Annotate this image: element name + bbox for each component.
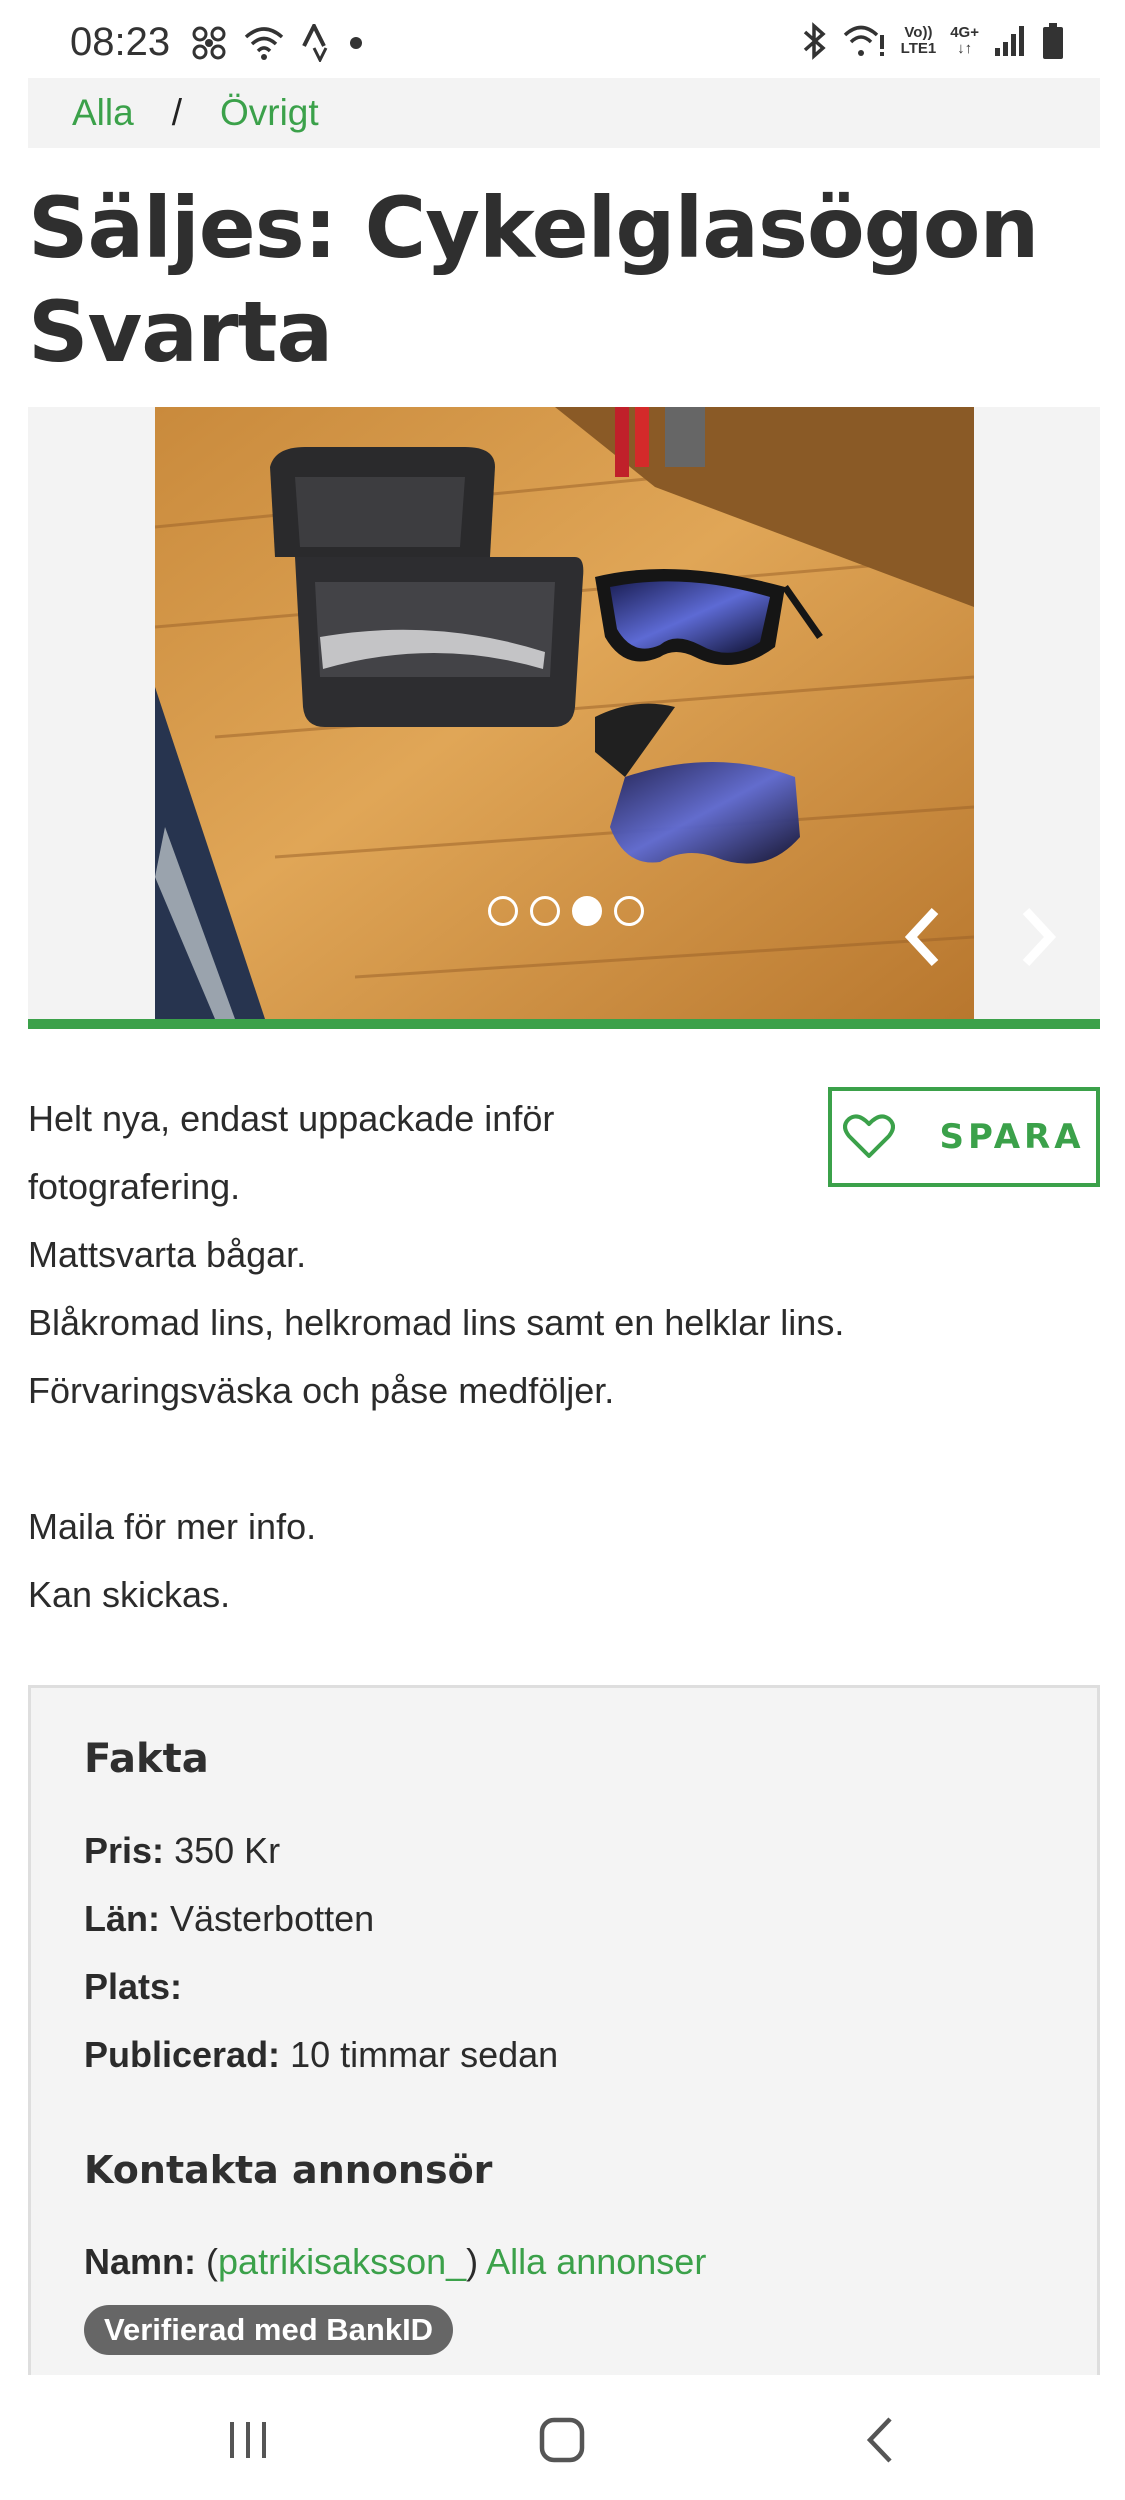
seller-username-link[interactable]: patrikisaksson_ (218, 2241, 466, 2282)
fan-icon (192, 26, 226, 60)
gallery-dot[interactable] (530, 896, 560, 926)
wifi-alert-icon (843, 25, 884, 56)
recent-apps-icon[interactable] (218, 2410, 278, 2470)
ad-description: Helt nya, endast uppackade inför fotogra… (28, 1085, 928, 1629)
price-label: Pris: (84, 1830, 165, 1871)
heart-icon (843, 1114, 896, 1158)
gallery-accent-bar (28, 1019, 1100, 1029)
strava-icon (302, 24, 328, 62)
published-value: 10 timmar sedan (290, 2034, 559, 2075)
description-line: Förvaringsväska och påse medföljer. (28, 1370, 615, 1411)
place-label: Plats: (84, 1966, 183, 2007)
place-row: Plats: (84, 1966, 182, 2008)
page-title: Säljes: Cykelglasögon Svarta (28, 179, 1039, 381)
county-row: Län: Västerbotten (84, 1898, 374, 1940)
dot-icon (350, 37, 362, 49)
price-row: Pris: 350 Kr (84, 1830, 280, 1872)
all-ads-link[interactable]: Alla annonser (486, 2241, 706, 2282)
back-icon[interactable] (850, 2410, 910, 2470)
county-label: Län: (84, 1898, 160, 1939)
facts-panel: Fakta Pris: 350 Kr Län: Västerbotten Pla… (28, 1685, 1100, 2375)
chevron-right-icon[interactable] (1018, 907, 1058, 967)
paren-close: ) (466, 2241, 479, 2282)
gallery-pagination (488, 896, 644, 926)
contact-name-row: Namn: (patrikisaksson_) Alla annonser (84, 2241, 706, 2283)
status-time: 08:23 (70, 20, 171, 64)
save-button[interactable]: SPARA (828, 1087, 1100, 1187)
county-value: Västerbotten (170, 1898, 375, 1939)
breadcrumb-item-alla[interactable]: Alla (72, 92, 134, 134)
paren-open: ( (206, 2241, 219, 2282)
description-line (28, 1425, 928, 1493)
contact-heading: Kontakta annonsör (84, 2148, 493, 2192)
price-value: 350 Kr (174, 1830, 281, 1871)
published-row: Publicerad: 10 timmar sedan (84, 2034, 558, 2076)
volte-icon: Vo)) LTE1 (900, 24, 937, 57)
system-nav-bar (0, 2375, 1125, 2500)
gallery-dot-active[interactable] (572, 896, 602, 926)
contact-name-label: Namn: (84, 2241, 197, 2282)
battery-icon (1043, 23, 1063, 59)
breadcrumb-separator: / (171, 92, 182, 133)
gallery-dot[interactable] (614, 896, 644, 926)
gallery-dot[interactable] (488, 896, 518, 926)
description-line: Helt nya, endast uppackade inför (28, 1098, 555, 1139)
description-line: Blåkromad lins, helkromad lins samt en h… (28, 1302, 845, 1343)
bankid-verified-badge: Verifierad med BankID (84, 2305, 454, 2355)
bluetooth-icon (803, 22, 826, 60)
chevron-left-icon[interactable] (903, 907, 943, 967)
home-icon[interactable] (532, 2410, 592, 2470)
4g-icon: 4G+ ↓↑ (950, 24, 979, 57)
facts-heading: Fakta (84, 1736, 209, 1782)
save-button-label: SPARA (939, 1117, 1085, 1157)
breadcrumb: Alla / Övrigt (28, 78, 1100, 148)
product-photo (155, 407, 974, 1019)
description-line: fotografering. (28, 1166, 241, 1207)
breadcrumb-item-ovrigt[interactable]: Övrigt (220, 92, 319, 134)
wifi-icon (244, 27, 284, 60)
description-line: Maila för mer info. (28, 1506, 317, 1547)
image-gallery[interactable] (28, 407, 1100, 1019)
status-bar: 08:23 Vo)) LTE1 4G+ ↓↑ (0, 0, 1125, 78)
description-line: Kan skickas. (28, 1574, 231, 1615)
published-label: Publicerad: (84, 2034, 281, 2075)
description-line: Mattsvarta bågar. (28, 1234, 307, 1275)
signal-icon (995, 26, 1024, 56)
